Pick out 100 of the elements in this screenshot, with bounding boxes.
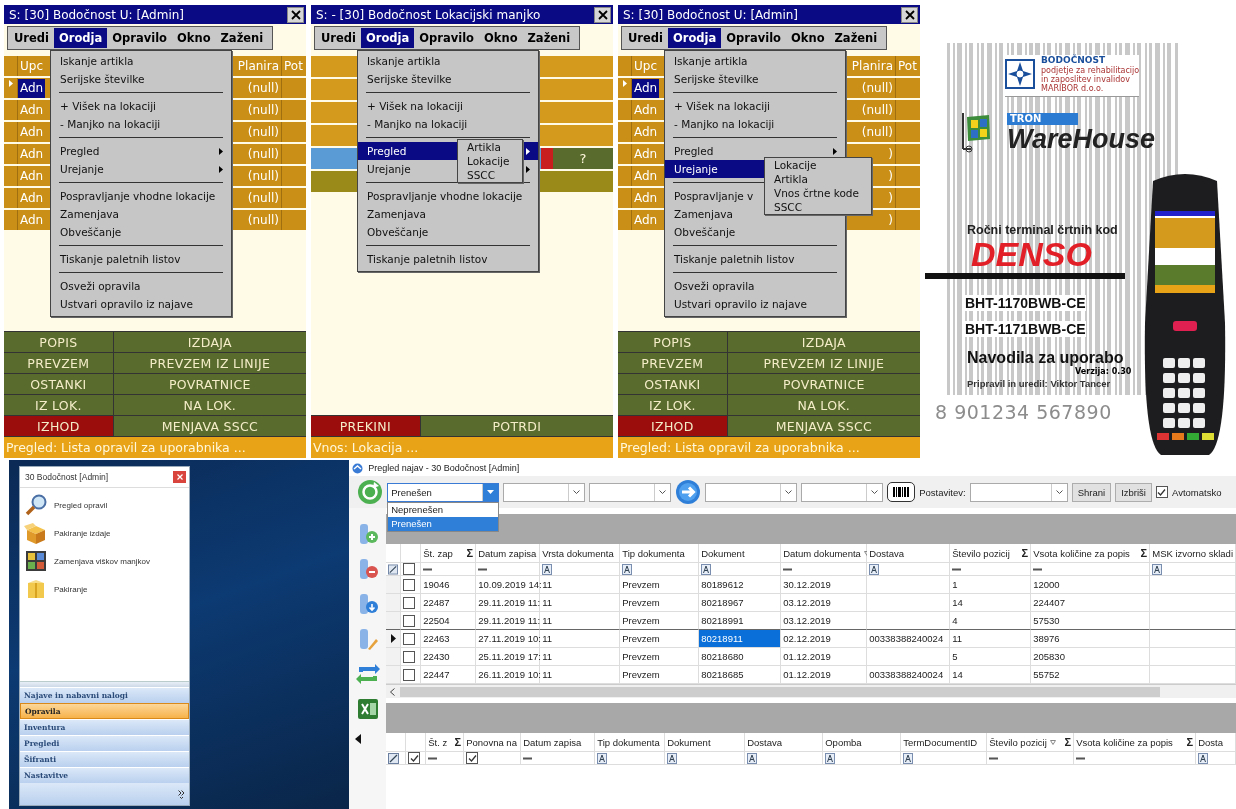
menu-item[interactable]: Obveščanje	[367, 226, 429, 238]
launcher-item[interactable]: Pakiranje	[20, 577, 189, 601]
column-header[interactable]: Vsota količine za popis	[1033, 547, 1130, 559]
column-header[interactable]: Tip dokumenta	[597, 736, 660, 748]
menu-item[interactable]: Pospravljanje v	[674, 190, 754, 202]
menu-item[interactable]: Vnos črtne kode	[765, 186, 867, 200]
menu-bar-item[interactable]: Opravilo	[107, 28, 172, 48]
refresh-icon[interactable]	[357, 479, 384, 505]
filter-operator-icon[interactable]	[783, 567, 793, 571]
menu-bar-item[interactable]: Zaženi	[522, 28, 576, 48]
column-header[interactable]: Datum zapisa	[523, 736, 582, 748]
action-button[interactable]: POPIS	[4, 332, 113, 352]
dropdown-field[interactable]	[801, 482, 884, 502]
horizontal-scrollbar[interactable]	[386, 684, 1236, 698]
checkbox[interactable]	[403, 614, 416, 627]
filter-cell[interactable]	[401, 563, 422, 576]
splitter-handle[interactable]	[20, 681, 189, 687]
menu-item[interactable]: Osveži opravila	[674, 280, 755, 292]
menu-item[interactable]: Urejanje	[60, 163, 104, 175]
filter-cell[interactable]	[620, 563, 700, 576]
column-header[interactable]: Tip dokumenta	[622, 547, 685, 559]
dropdown-option[interactable]: Prenešen	[388, 517, 499, 531]
menu-item[interactable]: Iskanje artikla	[60, 55, 134, 67]
menu-item[interactable]: Serijske številke	[367, 73, 452, 85]
filter-cell[interactable]	[386, 752, 407, 765]
column-header[interactable]: Opomba	[825, 736, 862, 748]
dropdown-field[interactable]	[589, 482, 672, 502]
launcher-item[interactable]: Pakiranje izdaje	[20, 521, 189, 545]
menu-item[interactable]: Zamenjava	[367, 208, 426, 220]
toolbar-button[interactable]: Shrani	[1071, 482, 1112, 502]
menu-bar-item[interactable]: Orodja	[361, 28, 415, 48]
dropdown-option[interactable]: Neprenešen	[388, 503, 499, 517]
filter-cell[interactable]	[665, 752, 746, 765]
filter-operator-icon[interactable]	[1033, 567, 1043, 571]
menu-bar-item[interactable]: Zaženi	[215, 28, 269, 48]
filter-operator-icon[interactable]	[989, 756, 999, 760]
action-button[interactable]: IZDAJA	[727, 332, 920, 352]
action-button[interactable]: IZ LOK.	[618, 395, 727, 415]
menu-bar-item[interactable]: Orodja	[54, 28, 108, 48]
filter-cell[interactable]	[426, 752, 465, 765]
action-button[interactable]: IZ LOK.	[4, 395, 113, 415]
filter-cell[interactable]	[1150, 563, 1236, 576]
filter-cell[interactable]	[699, 563, 782, 576]
menu-item[interactable]: Ustvari opravilo iz najave	[60, 298, 194, 310]
filter-cell[interactable]	[987, 752, 1075, 765]
checkbox[interactable]	[408, 752, 421, 764]
filter-cell[interactable]	[464, 752, 522, 765]
exit-button[interactable]: IZHOD	[618, 416, 727, 436]
action-button[interactable]: NA LOK.	[727, 395, 920, 415]
action-button[interactable]: MENJAVA SSCC	[113, 416, 306, 436]
checkbox[interactable]	[466, 752, 479, 764]
close-button[interactable]	[594, 6, 611, 23]
action-button[interactable]: PREVZEM IZ LINIJE	[113, 353, 306, 373]
launcher-item[interactable]: Zamenjava viškov manjkov	[20, 549, 189, 573]
filter-cell[interactable]	[823, 752, 902, 765]
menu-item[interactable]: Obveščanje	[674, 226, 736, 238]
column-header[interactable]: Dosta	[1198, 736, 1224, 748]
filter-cell[interactable]	[781, 563, 868, 576]
help-button[interactable]: ?	[553, 148, 613, 169]
column-header[interactable]: Dostava	[747, 736, 783, 748]
checkbox[interactable]	[403, 650, 416, 663]
arrow-right-icon[interactable]	[675, 479, 702, 505]
menu-item[interactable]: Pospravljanje vhodne lokacije	[367, 190, 523, 202]
sync-arrows-icon[interactable]	[355, 662, 380, 686]
collapse-arrow-icon[interactable]	[355, 734, 362, 744]
column-header[interactable]: Vsota količine za popis	[1076, 736, 1173, 748]
menu-item[interactable]: + Višek na lokaciji	[674, 100, 770, 112]
menu-item[interactable]: SSCC	[458, 168, 518, 182]
status-dropdown[interactable]: Prenešen	[387, 482, 500, 502]
action-button[interactable]: POTRDI	[420, 416, 613, 436]
filter-text-icon[interactable]	[1198, 752, 1209, 764]
spreadsheet-icon[interactable]	[355, 697, 380, 721]
column-header[interactable]: Dostava	[869, 547, 905, 559]
filter-text-icon[interactable]	[542, 563, 553, 575]
menu-bar-item[interactable]: Okno	[479, 28, 523, 48]
menu-bar-item[interactable]: Okno	[786, 28, 830, 48]
menu-item[interactable]: + Višek na lokaciji	[367, 100, 463, 112]
filter-cell[interactable]	[521, 752, 596, 765]
column-header[interactable]: Število pozicij	[952, 547, 1010, 559]
menu-item[interactable]: Zamenjava	[60, 208, 119, 220]
action-button[interactable]: NA LOK.	[113, 395, 306, 415]
action-button[interactable]: POVRATNICE	[113, 374, 306, 394]
close-button[interactable]	[901, 6, 918, 23]
filter-text-icon[interactable]	[825, 752, 836, 764]
menu-bar-item[interactable]: Opravilo	[721, 28, 786, 48]
column-header[interactable]: Dokument	[667, 736, 711, 748]
menu-item[interactable]: Zamenjava	[674, 208, 733, 220]
filter-cell[interactable]	[950, 563, 1032, 576]
action-button[interactable]: PREVZEM	[618, 353, 727, 373]
scrollbar-thumb[interactable]	[400, 686, 1161, 697]
checkbox[interactable]	[403, 632, 416, 645]
dropdown-field[interactable]	[705, 482, 798, 502]
launcher-item[interactable]: Pregled opravil	[20, 493, 189, 517]
checkbox[interactable]	[403, 668, 416, 681]
menu-item[interactable]: Tiskanje paletnih listov	[60, 253, 181, 265]
filter-cell[interactable]	[595, 752, 666, 765]
menu-bar-item[interactable]: Uredi	[9, 28, 54, 48]
menu-item[interactable]: Osveži opravila	[60, 280, 141, 292]
menu-item[interactable]: - Manjko na lokaciji	[674, 118, 775, 130]
filter-cell[interactable]	[1031, 563, 1151, 576]
